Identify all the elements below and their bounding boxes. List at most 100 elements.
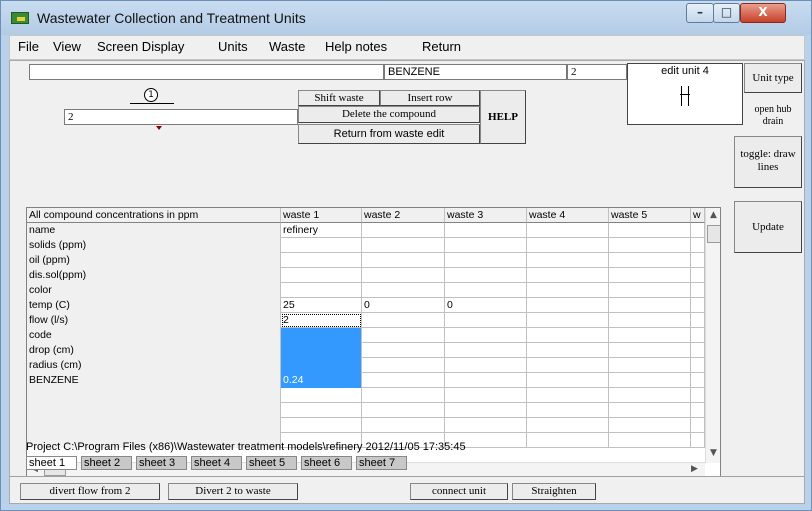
table-cell[interactable]	[445, 388, 527, 403]
close-button[interactable]: X	[740, 3, 786, 23]
menu-units[interactable]: Units	[218, 39, 248, 54]
table-cell[interactable]	[527, 313, 609, 328]
table-cell[interactable]: 2	[281, 313, 362, 328]
compound-grid[interactable]: All compound concentrations in ppm waste …	[26, 207, 721, 477]
table-cell[interactable]: refinery	[281, 223, 362, 238]
table-cell[interactable]	[362, 403, 445, 418]
tab-sheet-6[interactable]: sheet 6	[301, 456, 352, 470]
table-cell[interactable]	[691, 343, 705, 358]
table-cell[interactable]	[527, 343, 609, 358]
table-cell[interactable]	[609, 268, 691, 283]
table-cell[interactable]	[362, 418, 445, 433]
table-cell[interactable]	[445, 223, 527, 238]
table-cell[interactable]	[691, 358, 705, 373]
table-cell[interactable]	[609, 403, 691, 418]
insert-row-button[interactable]: Insert row	[380, 90, 480, 106]
table-cell[interactable]	[445, 343, 527, 358]
table-cell[interactable]	[691, 313, 705, 328]
connect-unit-button[interactable]: connect unit	[410, 483, 508, 500]
table-cell[interactable]	[281, 403, 362, 418]
scroll-up-icon[interactable]: ▲	[710, 210, 717, 220]
unit-number-field[interactable]: 2	[64, 109, 298, 125]
table-cell[interactable]	[527, 238, 609, 253]
table-cell[interactable]	[445, 313, 527, 328]
column-header-waste-1[interactable]: waste 1	[281, 208, 362, 223]
tab-sheet-2[interactable]: sheet 2	[81, 456, 132, 470]
table-cell[interactable]	[362, 283, 445, 298]
table-cell[interactable]	[445, 238, 527, 253]
table-cell[interactable]	[362, 268, 445, 283]
minimize-button[interactable]: –	[686, 3, 714, 23]
vertical-scrollbar[interactable]: ▲ ▼	[705, 208, 720, 463]
table-cell[interactable]	[691, 223, 705, 238]
compound-number-field[interactable]: 2	[567, 64, 627, 80]
column-header-waste-4[interactable]: waste 4	[527, 208, 609, 223]
table-cell[interactable]	[281, 238, 362, 253]
table-cell[interactable]	[691, 373, 705, 388]
table-cell[interactable]	[691, 388, 705, 403]
tab-sheet-4[interactable]: sheet 4	[191, 456, 242, 470]
table-cell[interactable]	[691, 328, 705, 343]
table-cell[interactable]	[527, 253, 609, 268]
table-cell[interactable]: 0.24	[281, 373, 362, 388]
table-cell[interactable]	[691, 418, 705, 433]
divert-flow-button[interactable]: divert flow from 2	[20, 483, 160, 500]
table-cell[interactable]	[362, 238, 445, 253]
table-cell[interactable]	[691, 433, 705, 448]
table-cell[interactable]	[609, 223, 691, 238]
table-cell[interactable]	[691, 403, 705, 418]
table-cell[interactable]	[362, 388, 445, 403]
table-cell[interactable]	[281, 328, 362, 343]
tab-sheet-7[interactable]: sheet 7	[356, 456, 407, 470]
table-cell[interactable]	[527, 358, 609, 373]
delete-compound-button[interactable]: Delete the compound	[298, 106, 480, 123]
menu-help-notes[interactable]: Help notes	[325, 39, 387, 54]
table-cell[interactable]	[527, 373, 609, 388]
vertical-scroll-thumb[interactable]	[707, 225, 720, 243]
table-cell[interactable]	[445, 328, 527, 343]
table-cell[interactable]	[281, 358, 362, 373]
update-button[interactable]: Update	[734, 201, 802, 253]
table-cell[interactable]	[609, 358, 691, 373]
table-cell[interactable]	[362, 358, 445, 373]
help-button[interactable]: HELP	[480, 90, 526, 144]
table-cell[interactable]	[527, 298, 609, 313]
table-cell[interactable]	[691, 298, 705, 313]
menu-screen-display[interactable]: Screen Display	[97, 39, 184, 54]
table-cell[interactable]	[691, 253, 705, 268]
description-field[interactable]	[29, 64, 384, 80]
table-cell[interactable]	[281, 283, 362, 298]
column-header-waste-2[interactable]: waste 2	[362, 208, 445, 223]
toggle-draw-lines-button[interactable]: toggle: draw lines	[734, 136, 802, 188]
table-cell[interactable]	[691, 283, 705, 298]
table-cell[interactable]	[609, 328, 691, 343]
table-cell[interactable]	[691, 268, 705, 283]
table-cell[interactable]	[445, 403, 527, 418]
maximize-button[interactable]: □	[713, 3, 740, 23]
table-cell[interactable]	[609, 418, 691, 433]
menu-waste[interactable]: Waste	[269, 39, 305, 54]
tab-sheet-5[interactable]: sheet 5	[246, 456, 297, 470]
table-cell[interactable]	[609, 313, 691, 328]
table-cell[interactable]	[445, 253, 527, 268]
table-cell[interactable]: 0	[362, 298, 445, 313]
table-cell[interactable]	[609, 373, 691, 388]
scroll-down-icon[interactable]: ▼	[710, 448, 717, 458]
shift-waste-button[interactable]: Shift waste	[298, 90, 380, 106]
tab-sheet-3[interactable]: sheet 3	[136, 456, 187, 470]
straighten-button[interactable]: Straighten	[512, 483, 596, 500]
table-cell[interactable]	[362, 313, 445, 328]
table-cell[interactable]	[527, 418, 609, 433]
table-cell[interactable]: 25	[281, 298, 362, 313]
table-cell[interactable]	[445, 358, 527, 373]
table-cell[interactable]	[609, 298, 691, 313]
table-cell[interactable]	[362, 328, 445, 343]
table-cell[interactable]	[527, 268, 609, 283]
column-header-waste-3[interactable]: waste 3	[445, 208, 527, 223]
table-cell[interactable]	[362, 343, 445, 358]
table-cell[interactable]	[281, 388, 362, 403]
table-cell[interactable]	[527, 283, 609, 298]
table-cell[interactable]	[527, 388, 609, 403]
table-cell[interactable]	[281, 268, 362, 283]
table-cell[interactable]	[527, 433, 609, 448]
